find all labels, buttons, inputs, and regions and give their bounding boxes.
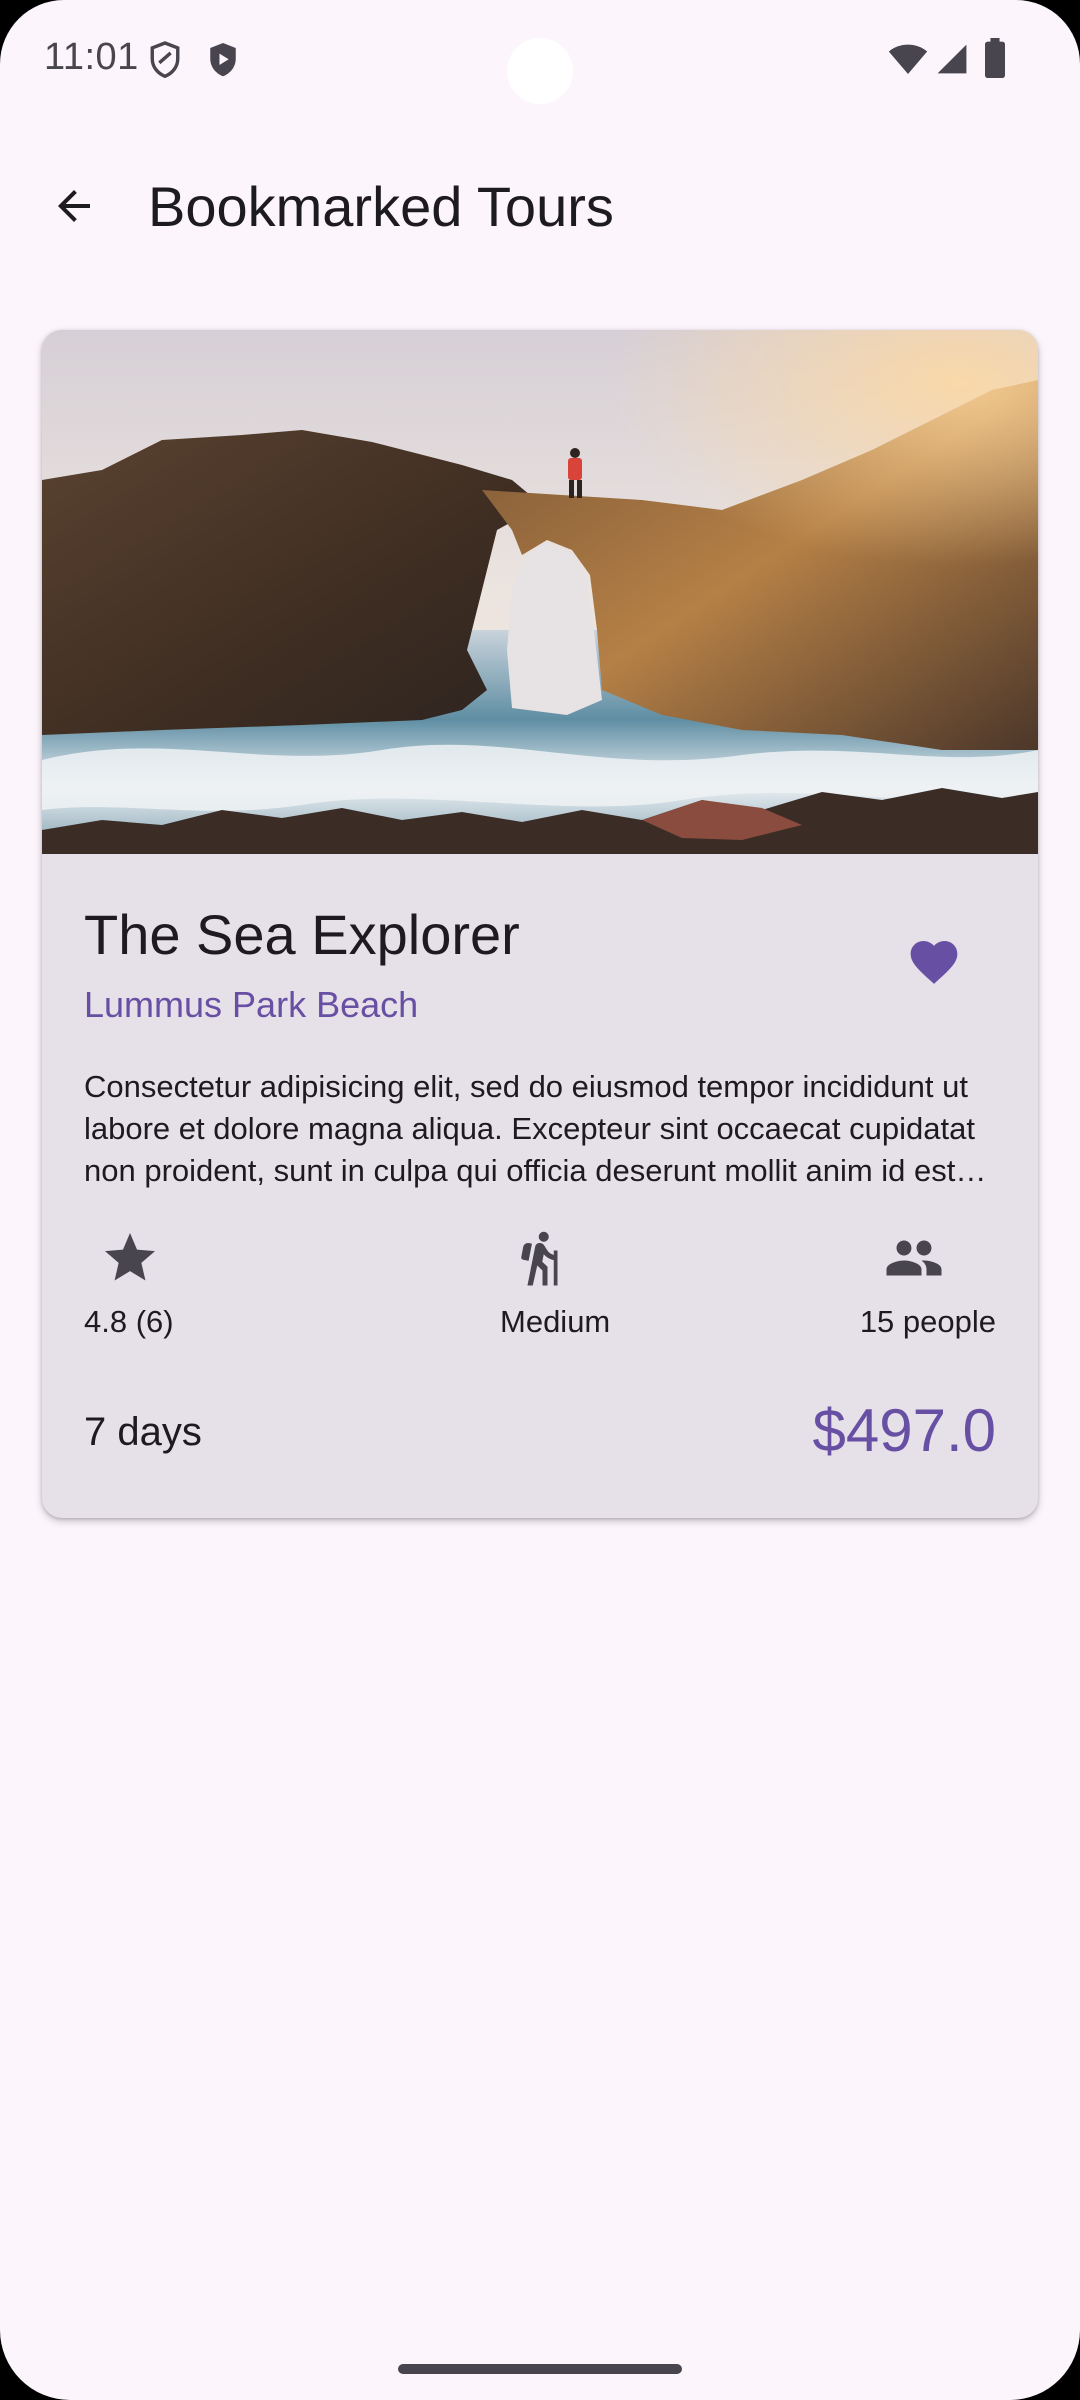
rating-label: 4.8 (6) (84, 1304, 174, 1339)
status-bar: 11:01 (0, 0, 1080, 120)
star-icon (105, 1233, 155, 1281)
tour-name: The Sea Explorer (84, 903, 520, 966)
tour-location: Lummus Park Beach (84, 984, 419, 1025)
bookmarked-tours-screen: 11:01 Bookmarked Tours The Sea Explorer … (0, 0, 1080, 2400)
tour-price: $497.0 (812, 1397, 996, 1464)
tour-duration: 7 days (84, 1410, 202, 1454)
page-title: Bookmarked Tours (148, 175, 614, 238)
back-button[interactable] (34, 166, 114, 246)
top-app-bar: Bookmarked Tours (0, 150, 1080, 262)
home-indicator[interactable] (398, 2364, 682, 2374)
tour-description: Consectetur adipisicing elit, sed do eiu… (84, 1069, 975, 1188)
difficulty-label: Medium (500, 1304, 611, 1339)
camera-cutout (507, 38, 573, 104)
arrow-back-icon (58, 190, 90, 222)
group-icon (886, 1240, 942, 1276)
wifi-icon (888, 44, 928, 74)
hiking-icon (521, 1231, 558, 1286)
cell-signal-icon (937, 44, 967, 74)
play-protect-shield-icon (210, 43, 236, 77)
tour-card[interactable]: The Sea Explorer Lummus Park Beach Conse… (42, 330, 1038, 1518)
bookmark-button[interactable] (888, 916, 980, 1008)
heart-filled-icon (910, 941, 958, 984)
status-time: 11:01 (44, 36, 139, 78)
tour-photo (42, 330, 1038, 854)
battery-icon (985, 38, 1005, 78)
group-size-label: 15 people (859, 1304, 996, 1339)
vpn-key-shield-icon (150, 41, 180, 79)
